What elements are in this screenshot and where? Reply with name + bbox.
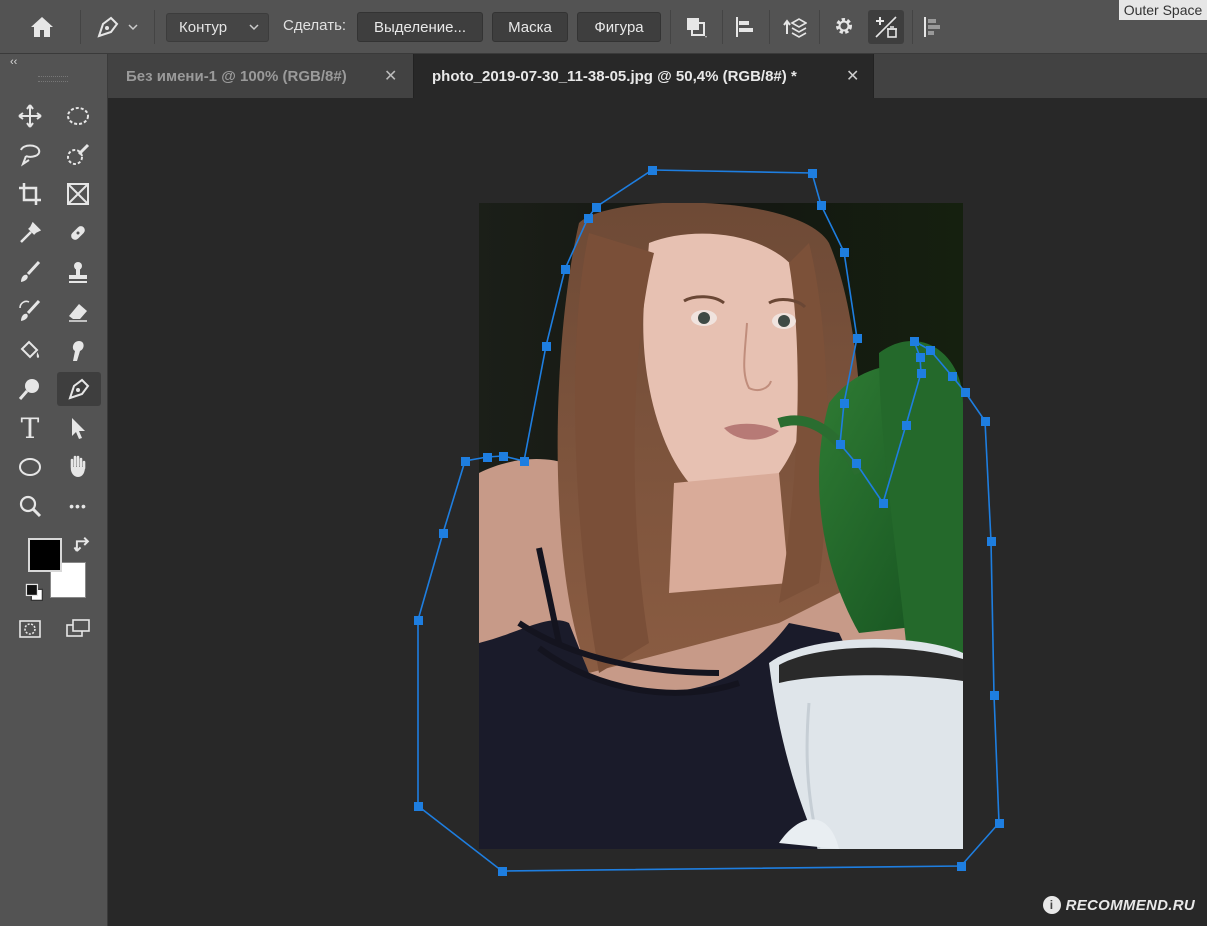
watermark-text: RECOMMEND.RU	[1065, 896, 1195, 914]
anchor-points[interactable]	[414, 166, 1004, 876]
work-path[interactable]	[0, 0, 1207, 926]
watermark-badge: i	[1042, 896, 1061, 914]
watermark: i RECOMMEND.RU	[1042, 896, 1195, 914]
foreground-color-swatch[interactable]	[28, 538, 62, 572]
